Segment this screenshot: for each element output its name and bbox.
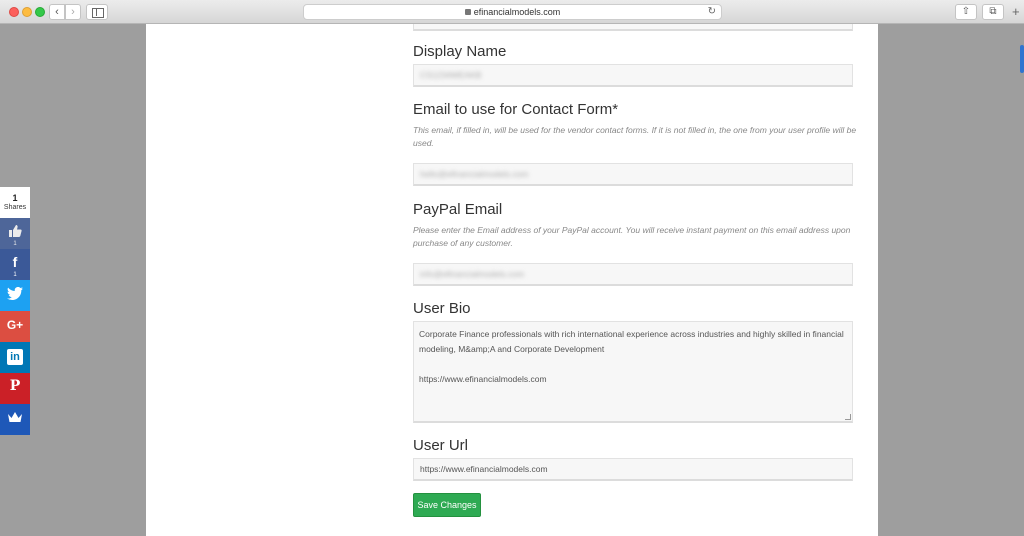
twitter-icon — [0, 280, 30, 306]
scrollbar-thumb[interactable] — [1020, 45, 1024, 73]
linkedin-icon: in — [0, 342, 30, 366]
share-button[interactable]: ⇧ — [955, 4, 977, 20]
linkedin-share-button[interactable]: in — [0, 342, 30, 373]
user-url-value: https://www.efinancialmodels.com — [420, 464, 548, 474]
facebook-icon: f — [12, 254, 18, 270]
profile-form: Display Name CS1234WEAKB Email to use fo… — [146, 24, 878, 536]
save-changes-button[interactable]: Save Changes — [413, 493, 481, 517]
contact-email-label: Email to use for Contact Form* — [413, 101, 619, 118]
display-name-value: CS1234WEAKB — [420, 70, 482, 80]
paypal-email-label: PayPal Email — [413, 201, 503, 218]
new-tab-button[interactable]: + — [1012, 4, 1020, 20]
pinterest-share-button[interactable]: P — [0, 373, 30, 404]
paypal-email-help: Please enter the Email address of your P… — [413, 225, 851, 248]
facebook-count: 1 — [13, 272, 17, 278]
plus-icon: + — [1012, 4, 1020, 19]
user-bio-textarea[interactable]: Corporate Finance professionals with ric… — [413, 321, 853, 423]
chevron-right-icon: › — [71, 6, 75, 18]
sidebar-toggle-button[interactable] — [86, 4, 108, 20]
social-share-bar: 1 Shares 1 f 1 G+ in P — [0, 187, 30, 435]
reload-icon[interactable]: ↻ — [708, 5, 716, 19]
twitter-share-button[interactable] — [0, 280, 30, 311]
user-url-input[interactable]: https://www.efinancialmodels.com — [413, 458, 853, 481]
address-bar[interactable]: efinancialmodels.com ↻ — [303, 4, 722, 20]
crown-icon — [0, 404, 30, 430]
tabs-icon: ⧉ — [989, 6, 997, 17]
browser-toolbar: ‹ › efinancialmodels.com ↻ ⇧ ⧉ + — [0, 0, 1024, 24]
like-count: 1 — [13, 241, 17, 247]
contact-email-value: hello@efinancialmodels.com — [420, 169, 529, 179]
user-url-label: User Url — [413, 437, 468, 454]
paypal-email-input[interactable]: info@efinancialmodels.com — [413, 263, 853, 286]
share-icon: ⇧ — [961, 6, 971, 17]
previous-field-input[interactable] — [413, 24, 853, 31]
share-total-label: Shares — [3, 204, 27, 211]
user-bio-label: User Bio — [413, 300, 471, 317]
display-name-label: Display Name — [413, 43, 507, 60]
share-total: 1 — [12, 193, 18, 203]
share-count: 1 Shares — [0, 187, 30, 218]
contact-email-help: This email, if filled in, will be used f… — [413, 125, 857, 148]
display-name-input[interactable]: CS1234WEAKB — [413, 64, 853, 87]
back-button[interactable]: ‹ — [49, 4, 65, 20]
tab-overview-button[interactable]: ⧉ — [982, 4, 1004, 20]
sumome-share-button[interactable] — [0, 404, 30, 435]
pinterest-icon: P — [9, 378, 21, 394]
url-text: efinancialmodels.com — [473, 7, 561, 17]
paypal-email-value: info@efinancialmodels.com — [420, 269, 525, 279]
chevron-left-icon: ‹ — [55, 6, 59, 18]
googleplus-icon: G+ — [6, 318, 24, 332]
forward-button[interactable]: › — [65, 4, 81, 20]
user-bio-value: Corporate Finance professionals with ric… — [419, 329, 844, 384]
googleplus-share-button[interactable]: G+ — [0, 311, 30, 342]
resize-handle-icon[interactable] — [845, 414, 851, 420]
close-window-button[interactable] — [9, 7, 19, 17]
facebook-like-button[interactable]: 1 — [0, 218, 30, 249]
zoom-window-button[interactable] — [35, 7, 45, 17]
lock-icon — [464, 9, 471, 15]
minimize-window-button[interactable] — [22, 7, 32, 17]
contact-email-input[interactable]: hello@efinancialmodels.com — [413, 163, 853, 186]
facebook-share-button[interactable]: f 1 — [0, 249, 30, 280]
